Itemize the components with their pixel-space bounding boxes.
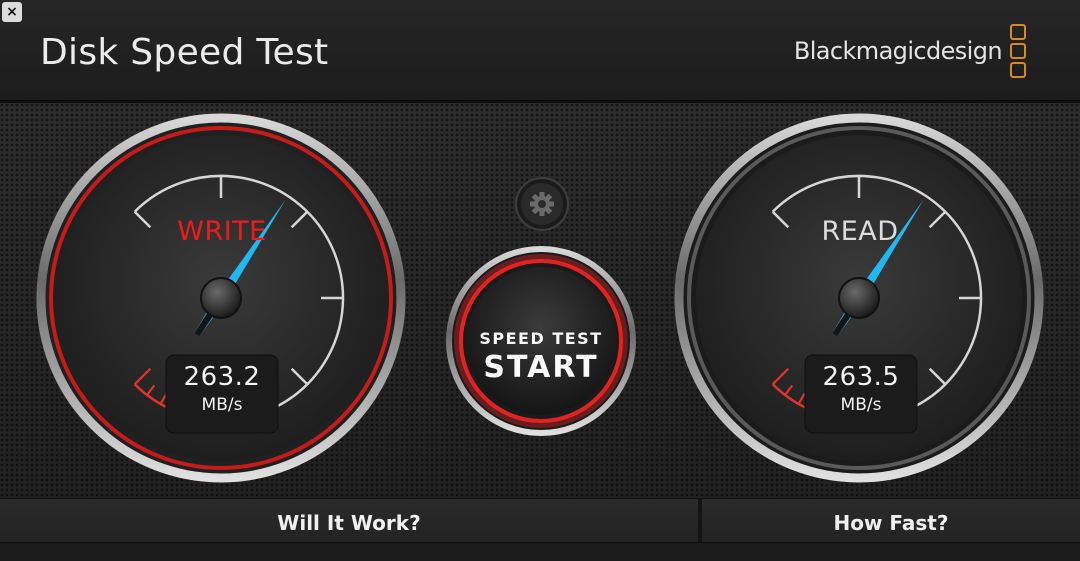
- read-label: READ: [780, 216, 940, 247]
- start-button-label: START: [460, 350, 622, 385]
- write-speed-unit: MB/s: [166, 395, 278, 415]
- read-speed-value: 263.5: [805, 362, 917, 392]
- read-speed-readout: 263.5 MB/s: [805, 356, 917, 434]
- settings-gear-icon[interactable]: [516, 178, 568, 230]
- footer-table-strip: [0, 542, 1080, 561]
- speed-test-start-button[interactable]: SPEED TEST START: [460, 273, 622, 408]
- how-fast-header: How Fast?: [702, 511, 1080, 535]
- write-speed-readout: 263.2 MB/s: [166, 356, 278, 434]
- will-it-work-header: Will It Work?: [0, 511, 698, 535]
- gauges-canvas: [0, 0, 1080, 498]
- disk-speed-test-window: × Disk Speed Test Blackmagicdesign: [0, 0, 1080, 560]
- read-gauge-hub: [839, 278, 879, 318]
- read-speed-unit: MB/s: [805, 395, 917, 415]
- write-speed-value: 263.2: [166, 362, 278, 392]
- start-button-caption: SPEED TEST: [460, 329, 622, 348]
- write-label: WRITE: [142, 216, 302, 247]
- write-gauge-hub: [201, 278, 241, 318]
